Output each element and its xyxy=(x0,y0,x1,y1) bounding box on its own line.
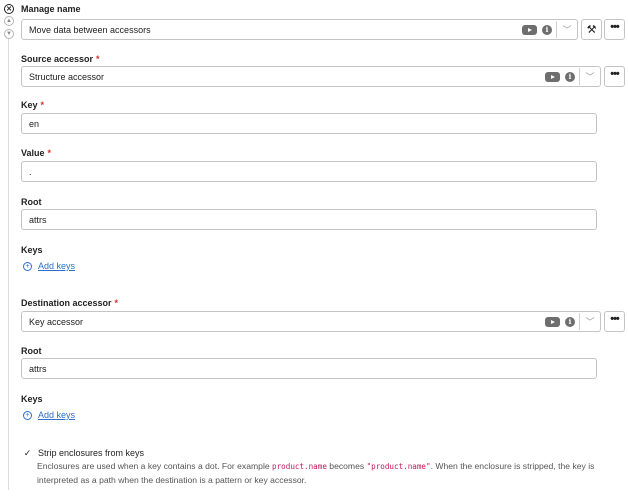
chevron-down-icon[interactable]: ﹀ xyxy=(580,67,600,86)
strip-enclosures-row: ✓ Strip enclosures from keys xyxy=(23,448,144,459)
info-icon[interactable]: i xyxy=(565,71,575,82)
source-add-keys-link[interactable]: + Add keys xyxy=(23,261,75,271)
chevron-down-icon[interactable]: ﹀ xyxy=(580,312,600,331)
value-value: . xyxy=(29,166,32,177)
required-marker: * xyxy=(114,298,119,308)
gutter-line xyxy=(8,38,9,490)
remove-block-button[interactable]: ✕ xyxy=(4,4,14,14)
required-marker: * xyxy=(40,100,45,110)
code-example: product.name xyxy=(272,462,327,471)
more-dots-icon: ••• xyxy=(610,21,620,33)
youtube-icon[interactable] xyxy=(522,24,537,35)
info-icon[interactable]: i xyxy=(542,24,552,35)
manage-name-label: Manage name xyxy=(21,4,81,14)
strip-enclosures-help: Enclosures are used when a key contains … xyxy=(37,461,595,485)
add-keys-label[interactable]: Add keys xyxy=(38,410,75,420)
close-icon: ✕ xyxy=(6,5,12,13)
code-example: "product.name" xyxy=(366,462,431,471)
youtube-icon[interactable] xyxy=(545,71,560,82)
source-accessor-label: Source accessor * xyxy=(21,54,100,64)
block-gutter: ✕ ▲ ▼ xyxy=(0,0,20,500)
plus-circle-icon: + xyxy=(23,261,32,271)
source-more-button[interactable]: ••• xyxy=(604,66,625,87)
source-root-value: attrs xyxy=(29,214,47,225)
key-label: Key * xyxy=(21,100,45,110)
destination-accessor-label: Destination accessor * xyxy=(21,298,119,308)
required-marker: * xyxy=(96,54,100,64)
chevron-down-icon[interactable]: ﹀ xyxy=(557,20,577,39)
tools-icon: ⚒ xyxy=(586,24,597,36)
key-value: en xyxy=(29,118,40,129)
destination-more-button[interactable]: ••• xyxy=(604,311,625,332)
dest-root-label: Root xyxy=(21,346,42,356)
strip-enclosures-checkbox[interactable]: ✓ xyxy=(23,448,32,458)
source-accessor-select[interactable]: Structure accessor i ﹀ xyxy=(21,66,601,87)
manage-more-button[interactable]: ••• xyxy=(604,19,625,40)
value-label: Value * xyxy=(21,148,52,158)
more-dots-icon: ••• xyxy=(610,313,620,325)
add-keys-label[interactable]: Add keys xyxy=(38,261,75,271)
source-keys-label: Keys xyxy=(21,245,43,255)
manage-name-select[interactable]: Move data between accessors i ﹀ xyxy=(21,19,578,40)
strip-enclosures-label[interactable]: Strip enclosures from keys xyxy=(38,448,144,458)
youtube-icon[interactable] xyxy=(545,316,560,327)
dest-keys-label: Keys xyxy=(21,394,43,404)
source-root-input[interactable]: attrs xyxy=(21,209,597,230)
source-root-label: Root xyxy=(21,197,42,207)
key-input[interactable]: en xyxy=(21,113,597,134)
move-up-button[interactable]: ▲ xyxy=(4,16,14,26)
source-accessor-value: Structure accessor xyxy=(29,71,105,82)
tools-button[interactable]: ⚒ xyxy=(581,19,602,40)
info-icon[interactable]: i xyxy=(565,316,575,327)
value-input[interactable]: . xyxy=(21,161,597,182)
dest-root-value: attrs xyxy=(29,363,47,374)
manage-name-value: Move data between accessors xyxy=(29,24,151,35)
destination-accessor-value: Key accessor xyxy=(29,316,84,327)
dest-root-input[interactable]: attrs xyxy=(21,358,597,379)
required-marker: * xyxy=(47,148,52,158)
more-dots-icon: ••• xyxy=(610,68,620,80)
move-down-button[interactable]: ▼ xyxy=(4,29,14,39)
destination-accessor-select[interactable]: Key accessor i ﹀ xyxy=(21,311,601,332)
chevron-down-icon: ▼ xyxy=(6,31,12,37)
dest-add-keys-link[interactable]: + Add keys xyxy=(23,410,75,420)
chevron-up-icon: ▲ xyxy=(6,18,12,24)
plus-circle-icon: + xyxy=(23,410,32,420)
